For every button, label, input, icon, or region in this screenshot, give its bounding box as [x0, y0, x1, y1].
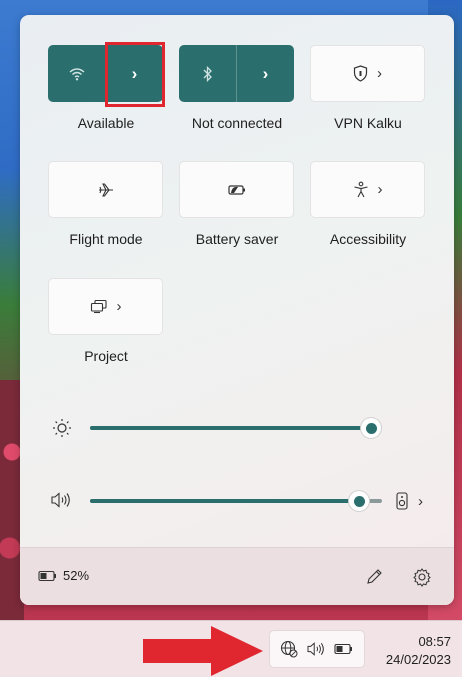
clock-date: 24/02/2023 [385, 652, 451, 667]
volume-icon [307, 642, 324, 656]
taskbar-clock[interactable]: 08:57 24/02/2023 [386, 633, 451, 669]
flight-mode-tile[interactable] [48, 161, 163, 218]
annotation-arrow-body [143, 639, 213, 663]
accessibility-tile[interactable]: › [310, 161, 425, 218]
quick-settings-footer: 52% [20, 547, 454, 605]
gear-icon[interactable] [412, 567, 432, 587]
volume-icon[interactable] [50, 491, 72, 509]
bluetooth-label: Not connected [191, 115, 283, 131]
annotation-arrow-head [211, 626, 263, 676]
shield-icon [353, 65, 368, 82]
bluetooth-icon [203, 65, 212, 82]
pencil-icon[interactable] [365, 568, 383, 586]
bluetooth-expand-button[interactable]: › [237, 45, 294, 102]
accessibility-icon [353, 181, 368, 198]
vpn-tile[interactable]: › [310, 45, 425, 102]
chevron-right-icon: › [418, 492, 423, 510]
brightness-slider-thumb[interactable] [361, 418, 381, 438]
airplane-icon [98, 182, 113, 197]
chevron-right-icon: › [377, 65, 382, 82]
bluetooth-toggle[interactable] [179, 45, 236, 102]
chevron-right-icon: › [131, 63, 138, 83]
wifi-label: Available [77, 115, 135, 131]
globe-no-internet-icon [280, 640, 298, 658]
wifi-toggle[interactable] [48, 45, 105, 102]
system-tray-quick-settings-button[interactable] [269, 630, 365, 668]
speaker-device-icon [396, 492, 408, 510]
accessibility-tile-content: › [353, 181, 383, 198]
brightness-fill [90, 426, 371, 430]
battery-icon [38, 570, 56, 581]
flight-mode-label: Flight mode [69, 231, 143, 247]
chevron-right-icon: › [262, 63, 269, 83]
quick-settings-panel: › › › Available Not connected VPN Kalku [20, 15, 454, 605]
wifi-expand-button[interactable]: › [106, 45, 163, 102]
bluetooth-tile: › [179, 45, 294, 102]
clock-time: 08:57 [418, 634, 451, 649]
brightness-icon [53, 419, 71, 437]
chevron-right-icon: › [116, 298, 122, 315]
project-label: Project [84, 348, 128, 364]
battery-saver-tile[interactable] [179, 161, 294, 218]
project-tile-content: › [90, 298, 122, 315]
audio-output-button[interactable]: › [396, 489, 436, 513]
vpn-tile-content: › [353, 65, 382, 82]
brightness-thumb-dot [365, 422, 377, 434]
project-tile[interactable]: › [48, 278, 163, 335]
battery-status[interactable]: 52% [38, 568, 89, 583]
battery-saver-label: Battery saver [195, 231, 279, 247]
vpn-label: VPN Kalku [334, 115, 402, 131]
wifi-tile: › [48, 45, 163, 102]
battery-saver-icon [227, 184, 245, 195]
accessibility-label: Accessibility [329, 231, 407, 247]
battery-icon [334, 643, 352, 655]
wifi-icon [69, 67, 84, 80]
volume-fill [90, 499, 359, 503]
volume-thumb-dot [353, 495, 365, 507]
battery-percent: 52% [63, 568, 90, 583]
chevron-right-icon: › [377, 181, 383, 198]
project-icon [90, 299, 107, 314]
volume-slider-thumb[interactable] [349, 491, 369, 511]
